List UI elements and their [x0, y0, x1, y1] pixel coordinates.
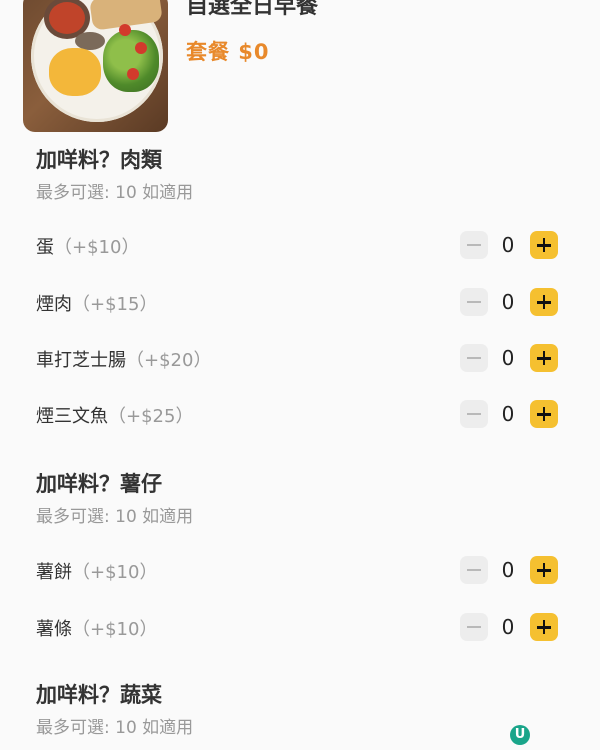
option-price: （+$15） — [72, 294, 158, 315]
watermark-logo-icon: U — [510, 725, 530, 745]
option-label: 薯條（+$10） — [36, 615, 157, 641]
minus-button[interactable] — [460, 613, 488, 641]
option-name: 煙三文魚 — [36, 406, 108, 427]
egg-graphic — [49, 48, 101, 96]
plus-button[interactable] — [530, 400, 558, 428]
quantity-value: 0 — [501, 558, 515, 582]
item-title: 自選全日早餐 — [186, 0, 319, 19]
section-limit: 最多可選: 10 如適用 — [36, 183, 194, 203]
option-name: 薯條 — [36, 619, 72, 640]
salad-graphic — [103, 30, 159, 92]
breakfast-photo — [23, 0, 168, 132]
option-label: 蛋（+$10） — [36, 233, 139, 259]
option-label: 煙三文魚（+$25） — [36, 402, 193, 428]
tomato-graphic — [135, 42, 147, 54]
plus-button[interactable] — [530, 613, 558, 641]
option-label: 薯餅（+$10） — [36, 558, 157, 584]
option-row-bacon: 煙肉（+$15） 0 — [0, 282, 600, 322]
option-price: （+$20） — [126, 350, 212, 371]
quantity-value: 0 — [501, 346, 515, 370]
beans-graphic — [49, 2, 85, 34]
section-title: 加咩料？薯仔 — [36, 472, 162, 496]
item-price: 套餐 $0 — [186, 40, 270, 64]
option-row-hash-brown: 薯餅（+$10） 0 — [0, 550, 600, 590]
quantity-value: 0 — [501, 233, 515, 257]
plus-button[interactable] — [530, 231, 558, 259]
item-header: 自選全日早餐 套餐 $0 — [0, 0, 600, 140]
section-title: 加咩料？蔬菜 — [36, 683, 162, 707]
watermark: U — [510, 724, 530, 746]
option-price: （+$10） — [72, 562, 158, 583]
option-label: 煙肉（+$15） — [36, 290, 157, 316]
plus-button[interactable] — [530, 344, 558, 372]
option-name: 蛋 — [36, 237, 54, 258]
option-name: 薯餅 — [36, 562, 72, 583]
tomato-graphic — [127, 68, 139, 80]
minus-button[interactable] — [460, 288, 488, 316]
section-title: 加咩料？肉類 — [36, 148, 162, 172]
option-label: 車打芝士腸（+$20） — [36, 346, 211, 372]
minus-button[interactable] — [460, 344, 488, 372]
option-row-fries: 薯條（+$10） 0 — [0, 607, 600, 647]
option-name: 車打芝士腸 — [36, 350, 126, 371]
plus-button[interactable] — [530, 556, 558, 584]
option-price: （+$25） — [108, 406, 194, 427]
option-price: （+$10） — [72, 619, 158, 640]
option-price: （+$10） — [54, 237, 140, 258]
option-name: 煙肉 — [36, 294, 72, 315]
option-row-cheddar-sausage: 車打芝士腸（+$20） 0 — [0, 338, 600, 378]
minus-button[interactable] — [460, 556, 488, 584]
tomato-graphic — [119, 24, 131, 36]
option-row-egg: 蛋（+$10） 0 — [0, 225, 600, 265]
minus-button[interactable] — [460, 231, 488, 259]
option-row-smoked-salmon: 煙三文魚（+$25） 0 — [0, 394, 600, 434]
minus-button[interactable] — [460, 400, 488, 428]
quantity-value: 0 — [501, 402, 515, 426]
plate-graphic — [31, 0, 163, 122]
section-limit: 最多可選: 10 如適用 — [36, 507, 194, 527]
section-limit: 最多可選: 10 如適用 — [36, 718, 194, 738]
quantity-value: 0 — [501, 290, 515, 314]
plus-button[interactable] — [530, 288, 558, 316]
quantity-value: 0 — [501, 615, 515, 639]
